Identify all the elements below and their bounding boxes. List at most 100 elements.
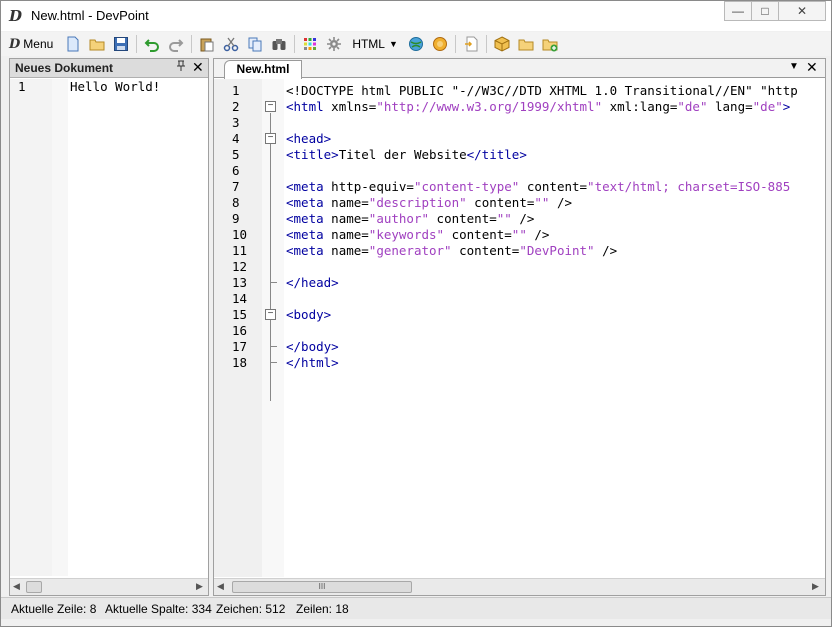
undo-icon[interactable] xyxy=(143,35,161,53)
line-number: 1 xyxy=(232,83,240,98)
app-logo-icon: D xyxy=(9,7,23,25)
settings-gear-icon[interactable] xyxy=(325,35,343,53)
line-number: 4 xyxy=(232,131,240,146)
export-document-icon[interactable] xyxy=(462,35,480,53)
line-number: 3 xyxy=(232,115,240,130)
toolbar-separator xyxy=(485,35,487,53)
menu-button[interactable]: D Menu xyxy=(9,37,53,52)
title-bar: D New.html - DevPoint — □ ✕ xyxy=(1,1,831,31)
code-line[interactable]: <meta name="generator" content="DevPoint… xyxy=(286,243,617,258)
left-line-number: 1 xyxy=(18,79,26,94)
maximize-icon: □ xyxy=(761,4,769,18)
status-line-count: Zeilen: 18 xyxy=(296,602,349,616)
cut-icon[interactable] xyxy=(222,35,240,53)
line-number: 13 xyxy=(232,275,248,290)
code-editor[interactable]: − − − 1 2 3 4 5 6 7 8 9 10 11 12 13 14 15 16 17 18 <!DOCTY… xyxy=(214,79,825,577)
language-select-value: HTML xyxy=(352,37,385,51)
line-number: 8 xyxy=(232,195,240,210)
add-folder-icon[interactable] xyxy=(541,35,559,53)
line-number: 7 xyxy=(232,179,240,194)
snippet-panel: Neues Dokument ✕ 1 Hello World! ◀ ▶ xyxy=(9,58,209,596)
redo-icon[interactable] xyxy=(167,35,185,53)
fold-toggle-icon[interactable]: − xyxy=(265,133,276,144)
line-number: 11 xyxy=(232,243,248,258)
fold-end-marker xyxy=(270,341,277,347)
code-line[interactable]: <html xmlns="http://www.w3.org/1999/xhtm… xyxy=(286,99,790,114)
left-line-text[interactable]: Hello World! xyxy=(70,79,160,94)
editor-panel: New.html ▼ ✕ − − − 1 2 3 4 5 6 7 8 9 10 11 12 13 14 15… xyxy=(213,58,826,596)
tab-close-icon[interactable]: ✕ xyxy=(806,59,818,76)
toolbar-separator xyxy=(294,35,296,53)
line-number: 14 xyxy=(232,291,248,306)
maximize-button[interactable]: □ xyxy=(751,1,779,21)
code-line[interactable]: <head> xyxy=(286,131,331,146)
code-line[interactable]: </head> xyxy=(286,275,339,290)
language-select[interactable]: HTML ▼ xyxy=(352,37,398,51)
color-grid-icon[interactable] xyxy=(301,35,319,53)
status-char-count: Zeichen: 512 xyxy=(216,602,286,616)
preview-globe-icon[interactable] xyxy=(407,35,425,53)
fold-toggle-icon[interactable]: − xyxy=(265,101,276,112)
open-folder-icon[interactable] xyxy=(88,35,106,53)
close-icon: ✕ xyxy=(796,4,808,18)
package-icon[interactable] xyxy=(493,35,511,53)
line-number: 17 xyxy=(232,339,248,354)
scroll-thumb[interactable]: III xyxy=(232,581,412,593)
window-title: New.html - DevPoint xyxy=(31,8,149,23)
dropdown-arrow-icon: ▼ xyxy=(388,39,398,49)
new-document-icon[interactable] xyxy=(64,35,82,53)
tab-strip: New.html ▼ ✕ xyxy=(214,59,825,79)
scroll-right-icon[interactable]: ▶ xyxy=(812,581,819,592)
tab-dropdown-icon[interactable]: ▼ xyxy=(789,61,799,72)
line-number: 5 xyxy=(232,147,240,162)
line-number: 6 xyxy=(232,163,240,178)
panel-close-icon[interactable]: ✕ xyxy=(192,59,204,76)
code-line[interactable]: </html> xyxy=(286,355,339,370)
save-icon[interactable] xyxy=(112,35,130,53)
code-line[interactable]: <meta http-equiv="content-type" content=… xyxy=(286,179,790,194)
status-current-column: Aktuelle Spalte: 334 xyxy=(105,602,212,616)
panel-header: Neues Dokument ✕ xyxy=(10,59,208,78)
code-line[interactable]: <meta name="description" content="" /> xyxy=(286,195,572,210)
browser-icon[interactable] xyxy=(431,35,449,53)
fold-toggle-icon[interactable]: − xyxy=(265,309,276,320)
scroll-right-icon[interactable]: ▶ xyxy=(196,581,203,592)
scroll-left-icon[interactable]: ◀ xyxy=(217,581,224,592)
left-gutter xyxy=(10,79,52,576)
toolbar-separator xyxy=(191,35,193,53)
line-number: 18 xyxy=(232,355,248,370)
line-number: 12 xyxy=(232,259,248,274)
toolbar-separator xyxy=(454,35,456,53)
line-number: 15 xyxy=(232,307,248,322)
fold-end-marker xyxy=(270,357,277,363)
find-binoculars-icon[interactable] xyxy=(270,35,288,53)
panel-title: Neues Dokument xyxy=(15,61,114,75)
left-horizontal-scrollbar[interactable]: ◀ ▶ xyxy=(10,578,208,595)
code-line[interactable]: <title>Titel der Website</title> xyxy=(286,147,527,162)
minimize-icon: — xyxy=(732,4,744,18)
toolbar: D Menu HTML ▼ xyxy=(1,32,831,56)
code-line[interactable]: <meta name="author" content="" /> xyxy=(286,211,534,226)
app-window: D New.html - DevPoint — □ ✕ D Menu HTML … xyxy=(0,0,832,627)
status-current-line: Aktuelle Zeile: 8 xyxy=(11,602,97,616)
line-number: 2 xyxy=(232,99,240,114)
close-window-button[interactable]: ✕ xyxy=(778,1,826,21)
paste-icon[interactable] xyxy=(198,35,216,53)
status-bar: Aktuelle Zeile: 8 Aktuelle Spalte: 334 Z… xyxy=(1,597,831,619)
code-line[interactable]: <body> xyxy=(286,307,331,322)
minimize-button[interactable]: — xyxy=(724,1,752,21)
scroll-left-icon[interactable]: ◀ xyxy=(13,581,20,592)
tab-new-html[interactable]: New.html xyxy=(224,60,302,79)
code-line[interactable]: </body> xyxy=(286,339,339,354)
pin-icon[interactable] xyxy=(176,60,186,75)
menu-logo-icon: D xyxy=(9,36,21,52)
editor-horizontal-scrollbar[interactable]: ◀ III ▶ xyxy=(214,578,825,595)
folder-icon[interactable] xyxy=(517,35,535,53)
copy-icon[interactable] xyxy=(246,35,264,53)
menu-label: Menu xyxy=(23,37,54,51)
scroll-thumb[interactable] xyxy=(26,581,42,593)
line-number: 16 xyxy=(232,323,248,338)
line-number: 10 xyxy=(232,227,248,242)
code-line[interactable]: <meta name="keywords" content="" /> xyxy=(286,227,549,242)
code-line[interactable]: <!DOCTYPE html PUBLIC "-//W3C//DTD XHTML… xyxy=(286,83,798,98)
